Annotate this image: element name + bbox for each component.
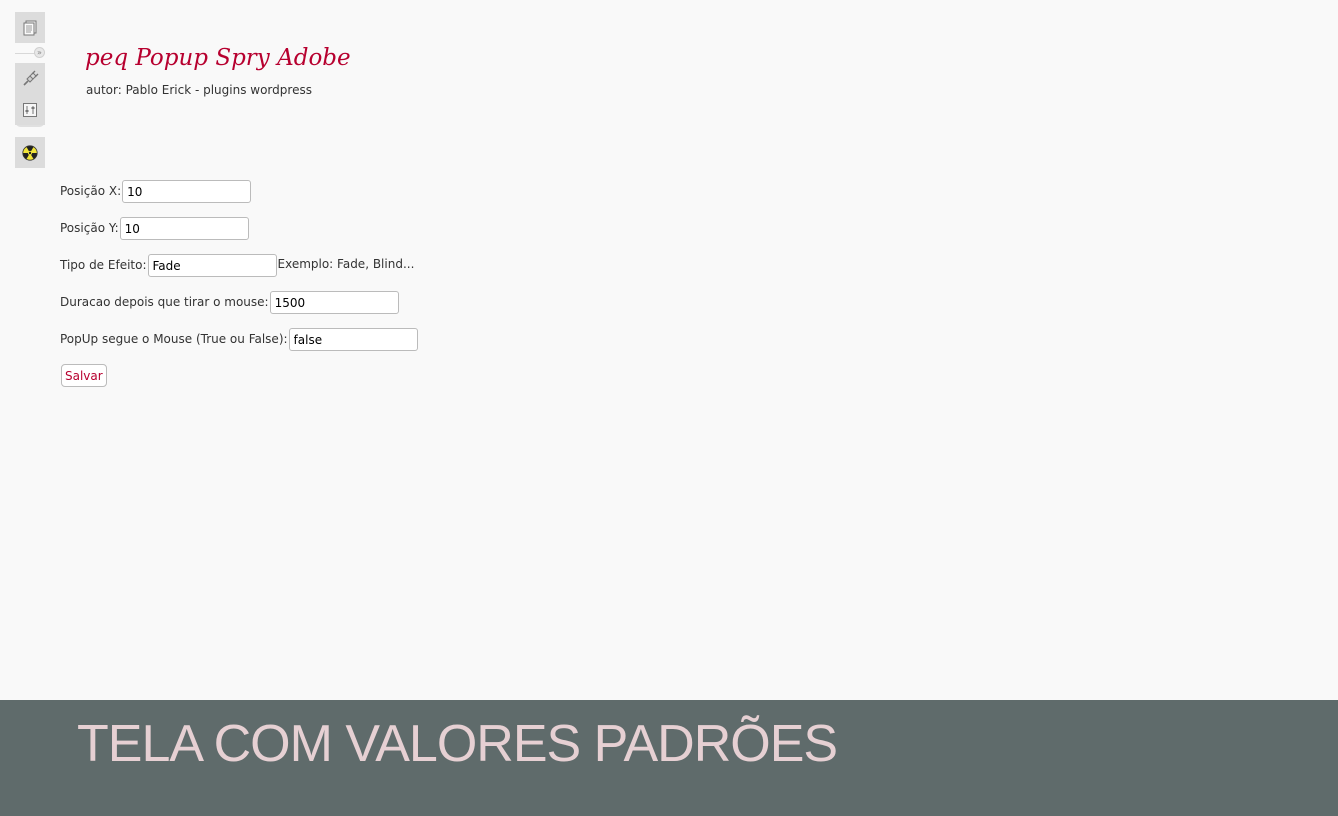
save-row: Salvar xyxy=(60,364,418,402)
effect-label: Tipo de Efeito: xyxy=(60,258,147,272)
pos-x-input[interactable] xyxy=(122,180,252,203)
duration-input[interactable] xyxy=(269,291,399,314)
plugins-menu-button[interactable] xyxy=(15,63,45,94)
effect-input[interactable] xyxy=(147,254,277,277)
tools-menu-button[interactable] xyxy=(15,94,45,125)
caption-banner: TELA COM VALORES PADRÕES xyxy=(0,700,1338,816)
banner-caption: TELA COM VALORES PADRÕES xyxy=(77,715,838,773)
settings-form: Posição X: Posição Y: Tipo de Efeito: Ex… xyxy=(60,180,418,402)
duration-label: Duracao depois que tirar o mouse: xyxy=(60,295,269,309)
pos-y-label: Posição Y: xyxy=(60,221,119,235)
follow-mouse-input[interactable] xyxy=(288,328,418,351)
plugins-icon xyxy=(23,70,39,86)
admin-menu-rail: » xyxy=(15,12,45,168)
effect-hint: Exemplo: Fade, Blind... xyxy=(277,257,415,271)
tools-icon xyxy=(23,102,37,117)
collapse-menu-toggle[interactable]: » xyxy=(15,43,45,63)
pos-y-row: Posição Y: xyxy=(60,217,418,254)
follow-mouse-label: PopUp segue o Mouse (True ou False): xyxy=(60,332,288,346)
radiation-icon xyxy=(22,144,38,161)
author-line: autor: Pablo Erick - plugins wordpress xyxy=(86,83,312,97)
effect-row: Tipo de Efeito: Exemplo: Fade, Blind... xyxy=(60,254,418,291)
save-button[interactable]: Salvar xyxy=(61,364,107,387)
pos-x-row: Posição X: xyxy=(60,180,418,217)
posts-icon xyxy=(23,20,37,35)
pos-y-input[interactable] xyxy=(119,217,249,240)
follow-mouse-row: PopUp segue o Mouse (True ou False): xyxy=(60,328,418,365)
posts-menu-button[interactable] xyxy=(15,12,45,43)
pos-x-label: Posição X: xyxy=(60,184,122,198)
radiation-menu-button[interactable] xyxy=(15,137,45,168)
duration-row: Duracao depois que tirar o mouse: xyxy=(60,291,418,328)
collapse-arrow-icon: » xyxy=(34,47,45,58)
page-title: peq Popup Spry Adobe xyxy=(85,45,351,71)
